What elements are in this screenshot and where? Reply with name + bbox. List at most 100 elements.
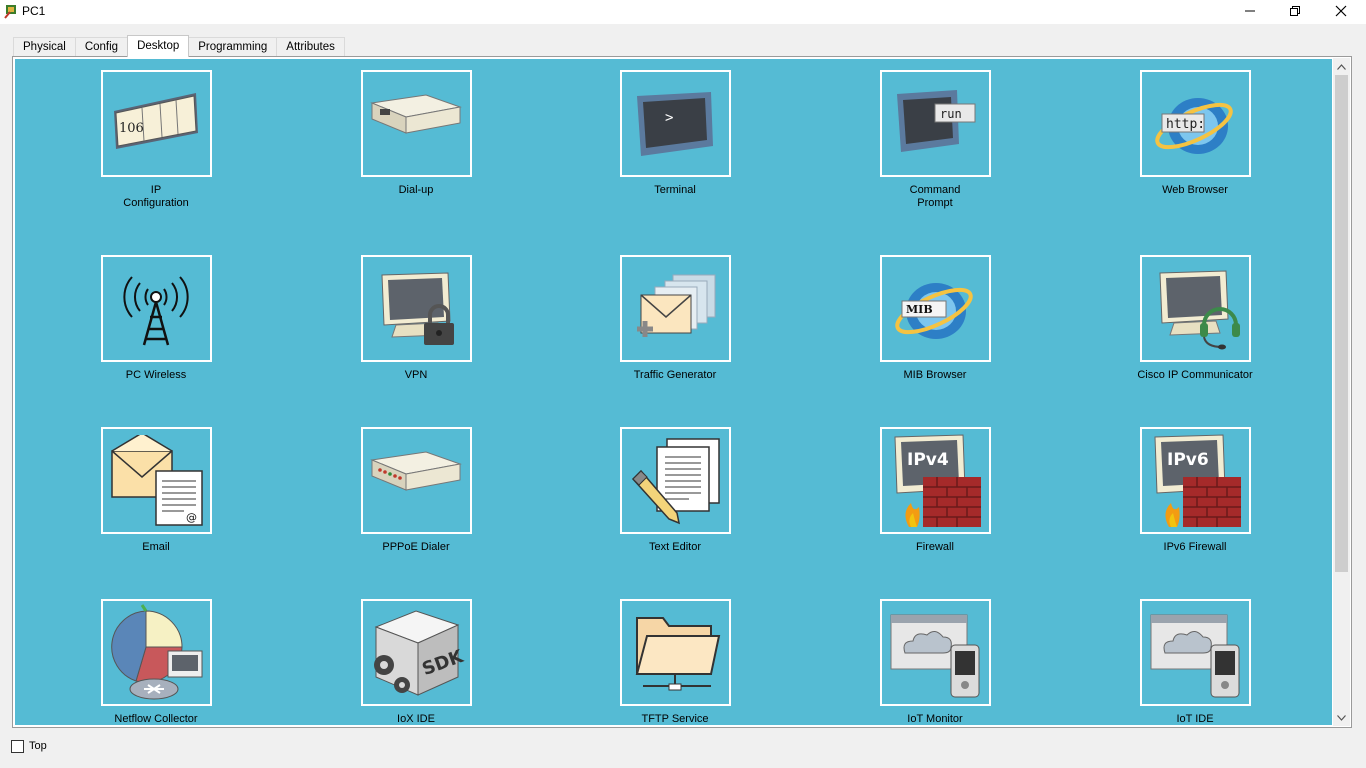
app-tile[interactable] <box>360 70 472 177</box>
app-label: IP Configuration <box>123 184 189 209</box>
ip-config-badge: 106 <box>119 121 144 136</box>
vpn-monitor-lock-icon <box>381 271 454 345</box>
tftp-folder-icon <box>635 616 721 690</box>
app-mib-browser[interactable]: MIB MIB Browser <box>870 255 1000 382</box>
app-tile[interactable] <box>100 255 212 362</box>
app-pppoe-dialer[interactable]: PPPoE Dialer <box>351 427 481 554</box>
app-label: MIB Browser <box>903 369 967 381</box>
mib-browser-icon: MIB <box>895 282 973 339</box>
app-command-prompt[interactable]: run Command Prompt <box>870 70 1000 210</box>
app-tile[interactable]: IPv4 <box>879 427 991 534</box>
restore-button[interactable] <box>1272 0 1318 22</box>
tab-physical[interactable]: Physical <box>13 37 76 57</box>
app-tile[interactable] <box>619 427 731 534</box>
restore-icon <box>1290 6 1300 16</box>
desktop-canvas: 106 IP Configuration Dial-up > Terminal … <box>15 59 1332 725</box>
app-tile[interactable]: > <box>619 70 731 177</box>
app-ipv6-firewall[interactable]: IPv6 IPv6 Firewall <box>1130 427 1260 554</box>
iox-sdk-icon: SDK <box>374 609 466 696</box>
app-label: PC Wireless <box>125 369 187 381</box>
terminal-icon: > <box>637 91 713 156</box>
app-tile[interactable] <box>1139 599 1251 706</box>
app-tftp-service[interactable]: TFTP Service <box>610 599 740 725</box>
app-label: Netflow Collector <box>114 713 198 725</box>
app-cisco-ip-communicator[interactable]: Cisco IP Communicator <box>1130 255 1260 382</box>
tab-desktop[interactable]: Desktop <box>127 35 190 57</box>
tab-bar: Physical Config Desktop Programming Attr… <box>13 35 345 57</box>
app-tile[interactable] <box>360 427 472 534</box>
window-title: PC1 <box>22 4 46 18</box>
web-browser-icon: http: <box>1155 97 1233 154</box>
tab-config[interactable]: Config <box>74 37 129 57</box>
app-label: IPv6 Firewall <box>1163 541 1227 553</box>
app-label: PPPoE Dialer <box>382 541 450 553</box>
app-label: TFTP Service <box>641 713 709 725</box>
command-prompt-badge: run <box>940 107 962 121</box>
app-tile[interactable] <box>360 255 472 362</box>
app-tile[interactable]: 106 <box>100 70 212 177</box>
app-tile[interactable] <box>100 599 212 706</box>
app-iot-ide[interactable]: IoT IDE <box>1130 599 1260 725</box>
app-terminal[interactable]: > Terminal <box>610 70 740 197</box>
top-checkbox[interactable] <box>11 740 24 753</box>
ip-communicator-icon <box>1159 269 1240 349</box>
iot-monitor-icon <box>890 614 980 697</box>
scroll-thumb[interactable] <box>1335 75 1348 572</box>
app-tile[interactable] <box>1139 255 1251 362</box>
app-pc-wireless[interactable]: PC Wireless <box>91 255 221 382</box>
command-prompt-icon: run <box>897 89 976 152</box>
close-icon <box>1335 5 1347 17</box>
minimize-icon <box>1245 10 1255 12</box>
app-label: Cisco IP Communicator <box>1137 369 1253 381</box>
app-ip-configuration[interactable]: 106 IP Configuration <box>91 70 221 210</box>
app-label: Command Prompt <box>909 184 961 209</box>
app-tile[interactable]: IPv6 <box>1139 427 1251 534</box>
firewall-badge: IPv4 <box>907 450 949 470</box>
app-tile[interactable]: http: <box>1139 70 1251 177</box>
email-badge: @ <box>186 511 197 524</box>
close-button[interactable] <box>1318 0 1364 22</box>
scroll-up-button[interactable] <box>1333 58 1350 75</box>
app-iox-ide[interactable]: SDK IoX IDE <box>351 599 481 725</box>
mib-badge: MIB <box>906 303 933 316</box>
netflow-collector-icon <box>111 603 203 699</box>
tab-programming[interactable]: Programming <box>188 37 278 57</box>
iot-ide-icon <box>1150 614 1240 697</box>
app-netflow-collector[interactable]: Netflow Collector <box>91 599 221 725</box>
app-vpn[interactable]: VPN <box>351 255 481 382</box>
desktop-panel: 106 IP Configuration Dial-up > Terminal … <box>12 56 1352 728</box>
ipv6-firewall-badge: IPv6 <box>1167 450 1209 470</box>
app-label: VPN <box>404 369 428 381</box>
app-tile[interactable]: run <box>879 70 991 177</box>
app-traffic-generator[interactable]: Traffic Generator <box>610 255 740 382</box>
wireless-tower-icon <box>123 275 189 345</box>
ipv4-firewall-icon: IPv4 <box>894 433 981 527</box>
chevron-up-icon <box>1337 63 1346 70</box>
app-label: Web Browser <box>1162 184 1228 196</box>
app-tile[interactable]: SDK <box>360 599 472 706</box>
app-label: Text Editor <box>649 541 701 553</box>
ip-configuration-icon: 106 <box>114 92 198 149</box>
app-dial-up[interactable]: Dial-up <box>351 70 481 197</box>
app-iot-monitor[interactable]: IoT Monitor <box>870 599 1000 725</box>
app-tile[interactable] <box>879 599 991 706</box>
top-checkbox-label: Top <box>29 740 47 752</box>
app-text-editor[interactable]: Text Editor <box>610 427 740 554</box>
app-tile[interactable] <box>619 599 731 706</box>
tab-attributes[interactable]: Attributes <box>276 37 345 57</box>
minimize-button[interactable] <box>1227 0 1273 22</box>
app-label: Firewall <box>916 541 954 553</box>
app-label: IoT Monitor <box>907 713 963 725</box>
email-icon: @ <box>111 434 203 526</box>
app-web-browser[interactable]: http: Web Browser <box>1130 70 1260 197</box>
app-tile[interactable]: MIB <box>879 255 991 362</box>
vertical-scrollbar[interactable] <box>1333 58 1350 726</box>
scroll-down-button[interactable] <box>1333 709 1350 726</box>
app-tile[interactable] <box>619 255 731 362</box>
app-email[interactable]: @ Email <box>91 427 221 554</box>
app-tile[interactable]: @ <box>100 427 212 534</box>
app-label: Terminal <box>654 184 696 196</box>
chevron-down-icon <box>1337 714 1346 721</box>
app-label: Email <box>142 541 170 553</box>
app-firewall[interactable]: IPv4 Firewall <box>870 427 1000 554</box>
